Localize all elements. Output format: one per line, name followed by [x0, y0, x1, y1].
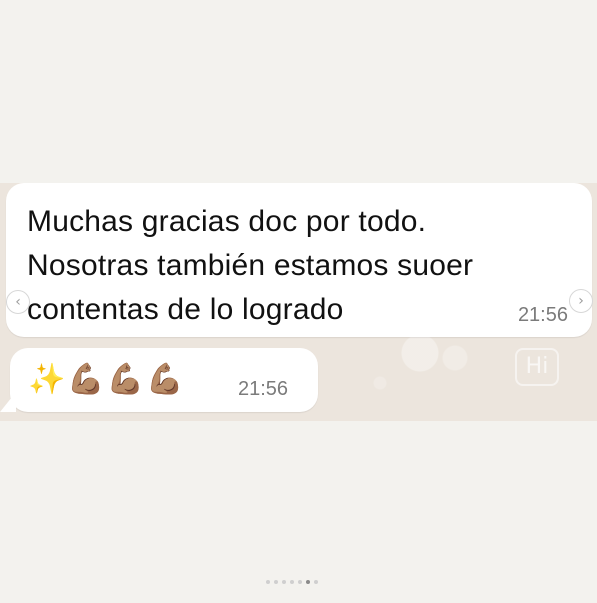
chevron-left-icon[interactable]: ‹: [6, 290, 30, 314]
carousel-dot[interactable]: [314, 580, 318, 584]
message-bubble-1[interactable]: Muchas gracias doc por todo. Nosotras ta…: [6, 183, 592, 337]
message-text: Muchas gracias doc por todo. Nosotras ta…: [27, 200, 547, 332]
emoji-message: ✨💪🏽💪🏽💪🏽: [28, 362, 186, 397]
message-line: Muchas gracias doc por todo.: [27, 205, 427, 238]
carousel-dot[interactable]: [298, 580, 302, 584]
message-timestamp: 21:56: [517, 304, 568, 326]
carousel-indicator: [266, 580, 318, 584]
message-bubble-2[interactable]: ✨💪🏽💪🏽💪🏽 21:56: [10, 348, 318, 412]
chevron-right-icon[interactable]: ›: [569, 289, 593, 313]
bubble-tail: [0, 392, 16, 412]
carousel-dot[interactable]: [290, 580, 294, 584]
message-line: Nosotras también estamos suoer: [27, 249, 474, 282]
carousel-dot[interactable]: [274, 580, 278, 584]
message-timestamp: 21:56: [238, 378, 289, 400]
wallpaper-hi-doodle: Hi: [515, 348, 559, 386]
message-line: contentas de lo logrado: [27, 293, 344, 326]
carousel-dot[interactable]: [306, 580, 310, 584]
carousel-dot[interactable]: [282, 580, 286, 584]
carousel-dot[interactable]: [266, 580, 270, 584]
